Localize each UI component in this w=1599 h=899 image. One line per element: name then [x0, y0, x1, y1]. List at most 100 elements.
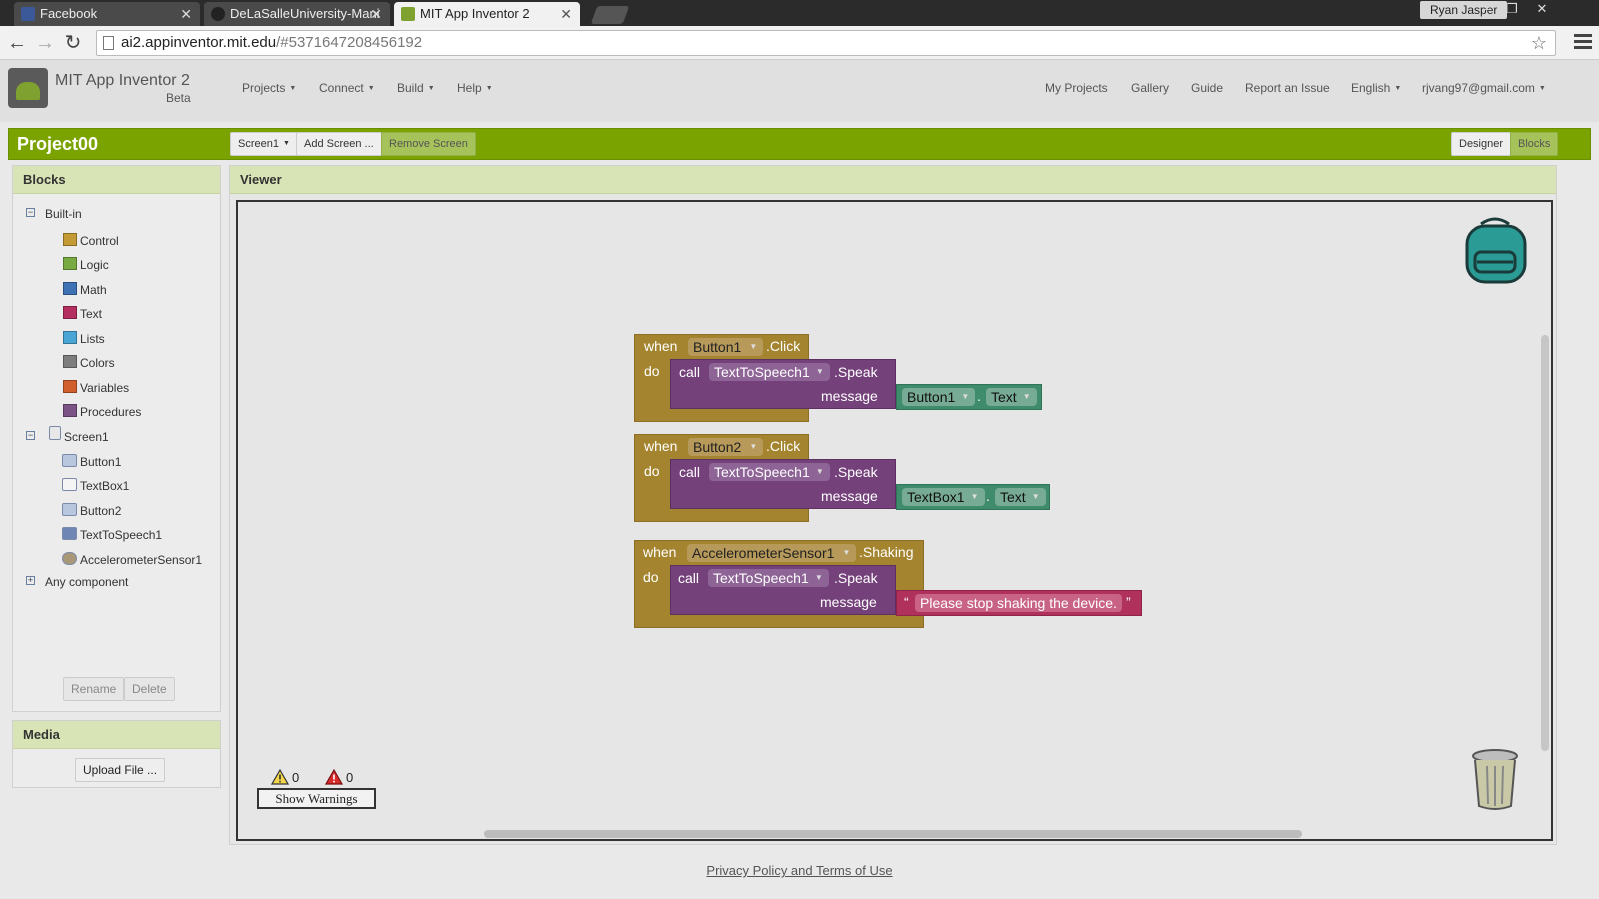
dot-label: . — [986, 488, 990, 504]
window-close-icon[interactable]: ✕ — [1530, 1, 1554, 17]
dropdown-caret-icon: ▼ — [485, 85, 493, 93]
tree-any-component[interactable]: Any component — [45, 574, 128, 590]
blocks-button[interactable]: Blocks — [1510, 132, 1559, 156]
tree-builtin[interactable]: Built-in — [45, 206, 82, 222]
github-icon — [211, 7, 225, 21]
dropdown-caret-icon: ▼ — [427, 85, 435, 93]
do-label: do — [643, 569, 659, 585]
arg-property-dropdown[interactable]: Text ▼ — [995, 488, 1046, 506]
target-dropdown[interactable]: TextToSpeech1 ▼ — [709, 463, 830, 481]
when-label: when — [644, 438, 678, 454]
drawer-procedures[interactable]: Procedures — [63, 404, 141, 420]
target-dropdown[interactable]: TextToSpeech1 ▼ — [708, 569, 829, 587]
menu-connect[interactable]: Connect ▼ — [319, 81, 375, 95]
drawer-lists[interactable]: Lists — [63, 331, 105, 347]
bookmark-star-icon[interactable]: ☆ — [1531, 31, 1547, 55]
forward-icon[interactable]: → — [32, 30, 58, 56]
dropdown-caret-icon: ▼ — [1394, 85, 1402, 93]
control-swatch-icon — [63, 233, 77, 246]
tab-title: MIT App Inventor 2 — [420, 6, 530, 21]
close-icon[interactable]: ✕ — [370, 2, 382, 26]
drawer-text[interactable]: Text — [63, 306, 102, 322]
url-host: ai2.appinventor.mit.edu — [121, 34, 277, 51]
tree-textbox1[interactable]: TextBox1 — [62, 478, 129, 494]
project-name: Project00 — [17, 134, 99, 154]
back-icon[interactable]: ← — [4, 30, 30, 56]
tree-texttospeech1[interactable]: TextToSpeech1 — [62, 527, 162, 543]
restore-icon[interactable]: ❐ — [1500, 1, 1524, 17]
menu-projects[interactable]: Projects ▼ — [242, 81, 296, 95]
arg-label: message — [821, 488, 878, 504]
menu-account[interactable]: rjvang97@gmail.com ▼ — [1422, 81, 1546, 95]
designer-button[interactable]: Designer — [1451, 132, 1512, 156]
lists-swatch-icon — [63, 331, 77, 344]
show-warnings-button[interactable]: Show Warnings — [257, 788, 376, 809]
expand-icon[interactable]: + — [26, 576, 35, 585]
reload-icon[interactable]: ↻ — [60, 30, 86, 56]
delete-button[interactable]: Delete — [124, 677, 175, 701]
procedures-swatch-icon — [63, 404, 77, 417]
collapse-icon[interactable]: − — [26, 431, 35, 440]
project-toolbar: Project00 Screen1 ▼ Add Screen ... Remove… — [8, 128, 1591, 160]
link-my-projects[interactable]: My Projects — [1045, 81, 1108, 95]
app-inventor-icon — [401, 7, 415, 21]
drawer-math[interactable]: Math — [63, 282, 107, 298]
component-dropdown[interactable]: Button1 ▼ — [688, 338, 764, 356]
new-tab-button[interactable] — [590, 6, 630, 24]
method-label: .Speak — [834, 464, 878, 480]
drawer-colors[interactable]: Colors — [63, 355, 115, 371]
menu-help[interactable]: Help ▼ — [457, 81, 493, 95]
arg-component-dropdown[interactable]: Button1 ▼ — [902, 388, 976, 406]
horizontal-scrollbar[interactable] — [484, 830, 1302, 838]
arg-property-dropdown[interactable]: Text ▼ — [986, 388, 1037, 406]
screen-select[interactable]: Screen1 ▼ — [230, 132, 298, 156]
menu-build[interactable]: Build ▼ — [397, 81, 435, 95]
tab-github[interactable]: DeLaSalleUniversity-Mani ✕ — [204, 2, 390, 26]
tree-screen1[interactable]: Screen1 — [49, 426, 109, 445]
tab-facebook[interactable]: Facebook ✕ — [14, 2, 200, 26]
remove-screen-button[interactable]: Remove Screen — [381, 132, 476, 156]
tree-accelerometersensor1[interactable]: AccelerometerSensor1 — [62, 552, 202, 568]
backpack-icon[interactable] — [1461, 214, 1531, 286]
arg-label: message — [821, 388, 878, 404]
arg-component-dropdown[interactable]: TextBox1 ▼ — [902, 488, 985, 506]
link-gallery[interactable]: Gallery — [1131, 81, 1169, 95]
address-bar[interactable]: ai2.appinventor.mit.edu/#537164720845619… — [96, 30, 1556, 56]
drawer-control[interactable]: Control — [63, 233, 119, 249]
trash-icon[interactable] — [1469, 746, 1521, 812]
close-icon[interactable]: ✕ — [180, 2, 192, 26]
component-dropdown[interactable]: Button2 ▼ — [688, 438, 764, 456]
do-label: do — [644, 463, 660, 479]
text-literal-field[interactable]: Please stop shaking the device. — [915, 594, 1122, 612]
vertical-scrollbar[interactable] — [1541, 335, 1549, 751]
privacy-terms-link[interactable]: Privacy Policy and Terms of Use — [706, 863, 892, 878]
link-report-issue[interactable]: Report an Issue — [1245, 81, 1330, 95]
target-dropdown[interactable]: TextToSpeech1 ▼ — [709, 363, 830, 381]
component-dropdown[interactable]: AccelerometerSensor1 ▼ — [687, 544, 857, 562]
tree-button1[interactable]: Button1 — [62, 454, 121, 470]
page-icon — [103, 36, 114, 50]
beta-label: Beta — [166, 91, 191, 105]
drawer-logic[interactable]: Logic — [63, 257, 109, 273]
upload-file-button[interactable]: Upload File ... — [75, 758, 166, 782]
blocks-workspace[interactable] — [236, 200, 1553, 841]
rename-button[interactable]: Rename — [63, 677, 125, 701]
dropdown-caret-icon: ▼ — [367, 85, 375, 93]
math-swatch-icon — [63, 282, 77, 295]
close-icon[interactable]: ✕ — [560, 2, 572, 26]
tree-button2[interactable]: Button2 — [62, 503, 121, 519]
minimize-icon[interactable]: – — [1476, 1, 1500, 17]
drawer-variables[interactable]: Variables — [63, 380, 129, 396]
colors-swatch-icon — [63, 355, 77, 368]
tab-app-inventor[interactable]: MIT App Inventor 2 ✕ — [394, 2, 580, 26]
arg-label: message — [820, 594, 877, 610]
warning-icon — [271, 769, 289, 785]
chrome-menu-icon[interactable] — [1574, 31, 1592, 55]
text-swatch-icon — [63, 306, 77, 319]
method-label: .Speak — [834, 364, 878, 380]
add-screen-button[interactable]: Add Screen ... — [296, 132, 382, 156]
link-guide[interactable]: Guide — [1191, 81, 1223, 95]
collapse-icon[interactable]: − — [26, 208, 35, 217]
app-inventor-logo[interactable] — [8, 68, 48, 108]
menu-language[interactable]: English ▼ — [1351, 81, 1401, 95]
